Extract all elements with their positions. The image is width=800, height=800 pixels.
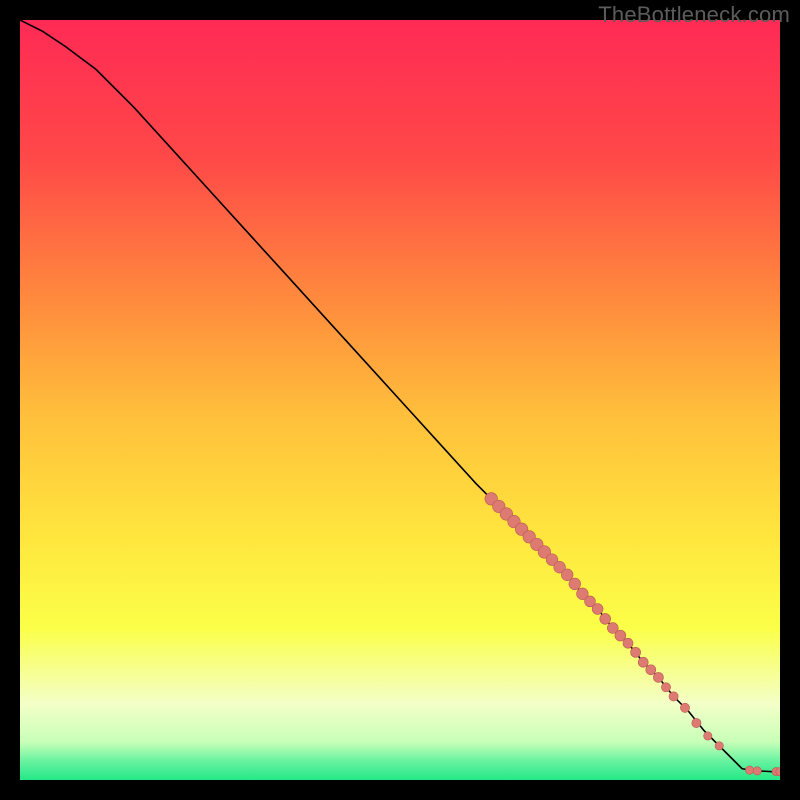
- data-marker: [600, 613, 611, 624]
- data-marker: [623, 638, 633, 648]
- chart-svg: [20, 20, 780, 780]
- data-marker: [646, 665, 656, 675]
- data-marker: [638, 657, 648, 667]
- watermark-label: TheBottleneck.com: [598, 2, 790, 28]
- data-marker: [653, 672, 663, 682]
- data-marker: [631, 647, 641, 657]
- data-marker: [669, 692, 678, 701]
- chart-plot: [20, 20, 780, 780]
- data-marker: [569, 578, 581, 590]
- data-marker: [753, 767, 761, 775]
- data-marker: [592, 604, 603, 615]
- data-marker: [615, 630, 626, 641]
- chart-stage: TheBottleneck.com: [0, 0, 800, 800]
- data-marker: [692, 718, 701, 727]
- data-marker: [680, 703, 689, 712]
- data-marker: [661, 683, 670, 692]
- data-marker: [715, 742, 723, 750]
- data-marker: [704, 732, 712, 740]
- data-marker: [745, 766, 753, 774]
